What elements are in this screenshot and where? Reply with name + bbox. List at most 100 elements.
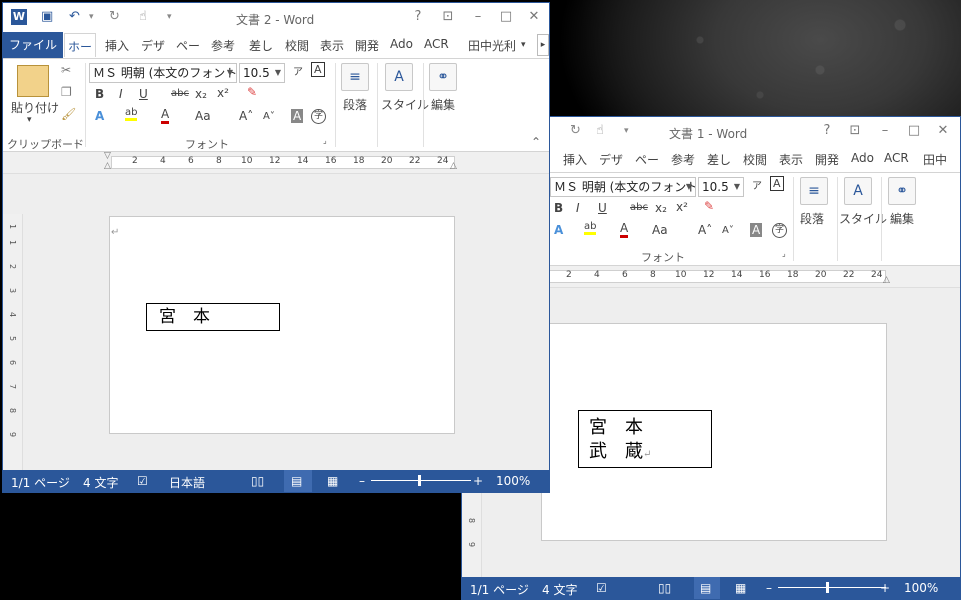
paragraph-button[interactable]: 段落 xyxy=(800,210,824,227)
word-window-document-2[interactable]: W ▣ ↶ ▾ ↻ ☝ ▾ 文書 2 - Word ? ⊡ – □ ✕ ファイル… xyxy=(2,2,550,493)
document-page[interactable]: 宮 本 武 蔵↵ xyxy=(541,323,887,541)
strikethrough-button[interactable]: abc xyxy=(630,202,648,213)
shrink-font-button[interactable]: A˅ xyxy=(263,111,275,122)
zoom-in-button[interactable]: + xyxy=(880,581,890,595)
tab-acrobat[interactable]: ACR xyxy=(884,151,909,165)
underline-button[interactable]: U xyxy=(598,201,607,215)
tab-review[interactable]: 校閲 xyxy=(743,151,767,168)
highlight-button[interactable]: ab xyxy=(584,221,597,235)
tab-mailings[interactable]: 差し xyxy=(249,37,273,54)
italic-button[interactable]: I xyxy=(119,87,123,101)
tab-design[interactable]: デザ xyxy=(599,151,623,168)
tab-developer[interactable]: 開発 xyxy=(355,37,379,54)
tab-file[interactable]: ファイル xyxy=(3,32,63,58)
enclosed-char-button[interactable]: 字 xyxy=(772,223,787,238)
web-layout-icon[interactable]: ▦ xyxy=(735,581,746,595)
help-icon[interactable]: ? xyxy=(818,122,836,140)
right-indent-marker[interactable]: △ xyxy=(450,161,457,171)
bold-button[interactable]: B xyxy=(554,201,563,215)
save-icon[interactable]: ▣ xyxy=(41,9,53,24)
minimize-icon[interactable]: – xyxy=(469,8,487,26)
collapse-ribbon-icon[interactable]: ⌃ xyxy=(531,135,541,149)
grow-font-button[interactable]: A˄ xyxy=(698,223,712,237)
page-count[interactable]: 1/1 ページ xyxy=(470,581,529,598)
first-line-indent-marker[interactable]: ▽ xyxy=(104,151,111,161)
italic-button[interactable]: I xyxy=(576,201,580,215)
paragraph-icon[interactable]: ≡ xyxy=(800,177,828,205)
superscript-button[interactable]: x² xyxy=(217,86,229,100)
zoom-out-button[interactable]: – xyxy=(766,581,772,595)
undo-icon[interactable]: ↶ xyxy=(69,9,80,24)
help-icon[interactable]: ? xyxy=(409,8,427,26)
zoom-out-button[interactable]: – xyxy=(359,474,365,488)
vertical-ruler[interactable]: 1 1 2 3 4 5 6 7 8 9 xyxy=(3,214,23,472)
paste-icon[interactable] xyxy=(17,65,49,97)
page-count[interactable]: 1/1 ページ xyxy=(11,474,70,491)
font-color-button[interactable]: A xyxy=(620,221,629,238)
word-count[interactable]: 4 文字 xyxy=(542,581,577,598)
format-painter-icon[interactable]: 🖌 xyxy=(61,107,76,121)
tab-developer[interactable]: 開発 xyxy=(815,151,839,168)
underline-button[interactable]: U xyxy=(139,87,148,101)
dialog-launcher-icon[interactable]: ⌟ xyxy=(323,136,327,145)
find-binoculars-icon[interactable]: ⚭ xyxy=(888,177,916,205)
text-effects-button[interactable]: A xyxy=(554,223,563,237)
cut-icon[interactable]: ✂ xyxy=(61,63,71,77)
tab-acrobat[interactable]: ACR xyxy=(424,37,449,51)
tab-references[interactable]: 参考 xyxy=(671,151,695,168)
font-name-box[interactable]: ＭＳ 明朝 (本文のフォント ▼ xyxy=(550,177,696,197)
highlight-button[interactable]: ab xyxy=(125,107,138,121)
text-box[interactable]: 宮 本 xyxy=(146,303,280,331)
horizontal-ruler[interactable]: ▽ △ 2 4 6 8 10 12 14 16 18 20 22 24 △ xyxy=(3,151,549,174)
redo-icon[interactable]: ↻ xyxy=(109,9,120,24)
tab-view[interactable]: 表示 xyxy=(779,151,803,168)
paragraph-button[interactable]: 段落 xyxy=(343,96,367,113)
tab-mailings[interactable]: 差し xyxy=(707,151,731,168)
font-size-box[interactable]: 10.5 ▼ xyxy=(239,63,285,83)
tab-addins[interactable]: Ado xyxy=(390,37,413,51)
paragraph-icon[interactable]: ≡ xyxy=(341,63,369,91)
maximize-icon[interactable]: □ xyxy=(905,122,923,140)
language[interactable]: 日本語 xyxy=(169,474,205,491)
proofing-icon[interactable]: ☑ xyxy=(137,474,148,488)
zoom-slider-thumb[interactable] xyxy=(826,582,829,593)
document-page[interactable]: ↵ 宮 本 xyxy=(109,216,455,434)
ribbon-display-icon[interactable]: ⊡ xyxy=(846,122,864,140)
tab-addins[interactable]: Ado xyxy=(851,151,874,165)
document-canvas[interactable]: 1 1 2 3 4 5 6 7 8 9 ↵ 宮 本 xyxy=(3,174,549,472)
styles-icon[interactable]: A xyxy=(844,177,872,205)
close-icon[interactable]: ✕ xyxy=(934,122,952,140)
editing-button[interactable]: 編集 xyxy=(431,96,455,113)
tab-insert[interactable]: 挿入 xyxy=(105,37,129,54)
subscript-button[interactable]: x₂ xyxy=(655,201,667,215)
copy-icon[interactable]: ❐ xyxy=(61,85,72,99)
minimize-icon[interactable]: – xyxy=(876,122,894,140)
word-count[interactable]: 4 文字 xyxy=(83,474,118,491)
paste-button[interactable]: 貼り付け xyxy=(11,99,59,116)
font-size-box[interactable]: 10.5 ▼ xyxy=(698,177,744,197)
styles-button[interactable]: スタイル xyxy=(839,210,887,227)
ribbon-display-icon[interactable]: ⊡ xyxy=(439,8,457,26)
touch-mode-icon[interactable]: ☝ xyxy=(139,9,147,24)
chevron-down-icon[interactable]: ▾ xyxy=(27,115,32,125)
zoom-level[interactable]: 100% xyxy=(496,474,530,488)
tab-design[interactable]: デザ xyxy=(141,37,165,54)
phonetic-icon[interactable]: ア xyxy=(752,177,762,192)
styles-button[interactable]: スタイル xyxy=(381,96,429,113)
clear-format-icon[interactable]: ✎ xyxy=(247,85,257,99)
phonetic-icon[interactable]: ア xyxy=(293,63,303,78)
tab-insert[interactable]: 挿入 xyxy=(563,151,587,168)
bold-button[interactable]: B xyxy=(95,87,104,101)
print-layout-icon[interactable]: ▤ xyxy=(700,581,711,595)
word-icon[interactable]: W xyxy=(11,9,27,25)
change-case-button[interactable]: Aa xyxy=(652,223,668,237)
tab-review[interactable]: 校閲 xyxy=(285,37,309,54)
zoom-level[interactable]: 100% xyxy=(904,581,938,595)
font-name-box[interactable]: ＭＳ 明朝 (本文のフォント ▼ xyxy=(89,63,237,83)
maximize-icon[interactable]: □ xyxy=(497,8,515,26)
zoom-in-button[interactable]: + xyxy=(473,474,483,488)
customize-icon[interactable]: ▾ xyxy=(624,126,629,136)
tab-layout[interactable]: ペー xyxy=(635,151,659,168)
customize-icon[interactable]: ▾ xyxy=(167,12,172,22)
dialog-launcher-icon[interactable]: ⌟ xyxy=(782,249,786,258)
